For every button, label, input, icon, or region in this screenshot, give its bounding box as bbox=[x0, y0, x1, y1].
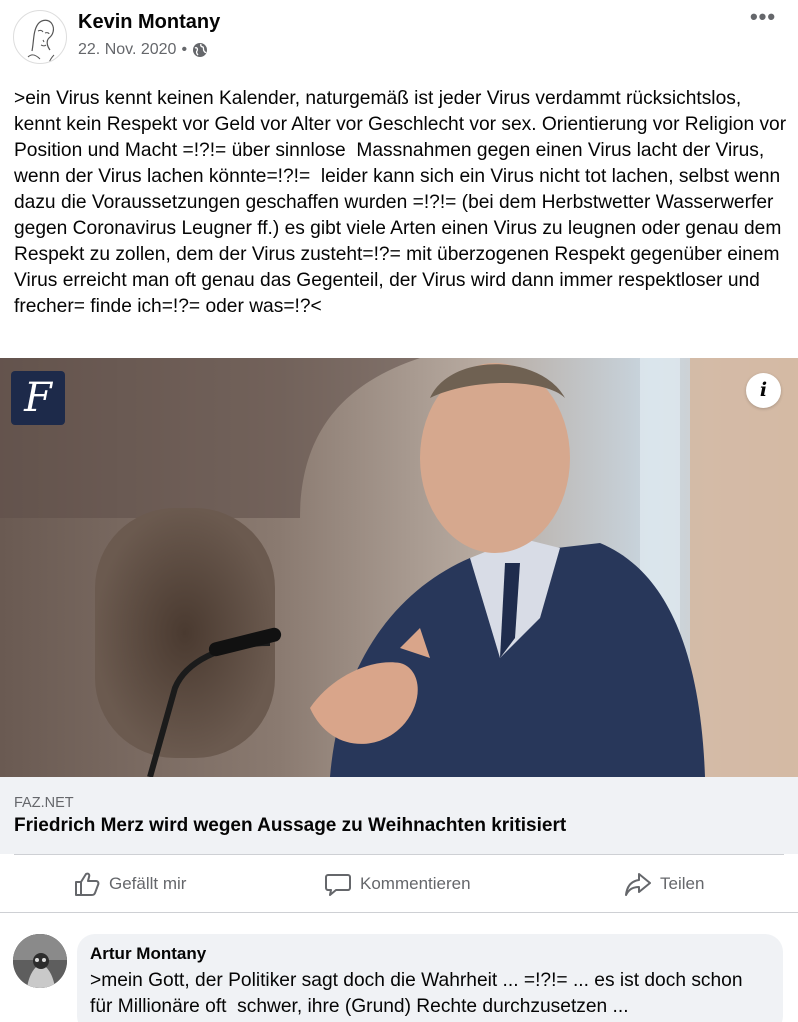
comment-button[interactable]: Kommentieren bbox=[324, 862, 471, 906]
info-icon[interactable]: i bbox=[746, 373, 781, 408]
share-button[interactable]: Teilen bbox=[624, 862, 704, 906]
comment-text: >mein Gott, der Politiker sagt doch die … bbox=[90, 970, 748, 1017]
share-label: Teilen bbox=[660, 874, 705, 893]
author-name[interactable]: Kevin Montany bbox=[78, 11, 220, 34]
link-domain: FAZ.NET bbox=[14, 795, 74, 811]
comment-label: Kommentieren bbox=[360, 874, 471, 893]
link-title[interactable]: Friedrich Merz wird wegen Aussage zu Wei… bbox=[14, 815, 566, 837]
post-header: Kevin Montany 22. Nov. 2020 • ••• bbox=[0, 0, 798, 80]
post-date[interactable]: 22. Nov. 2020 bbox=[78, 41, 176, 59]
author-avatar[interactable] bbox=[13, 10, 67, 64]
share-arrow-icon bbox=[625, 873, 651, 896]
politician-photo bbox=[0, 358, 798, 777]
globe-icon[interactable] bbox=[192, 42, 208, 58]
commenter-avatar[interactable] bbox=[13, 934, 67, 988]
commenter-avatar-photo bbox=[13, 934, 67, 988]
divider bbox=[14, 854, 784, 855]
like-label: Gefällt mir bbox=[109, 874, 187, 893]
faz-logo-icon: F bbox=[11, 371, 65, 425]
meta-separator: • bbox=[181, 41, 188, 58]
more-options-icon[interactable]: ••• bbox=[748, 6, 778, 34]
commenter-name[interactable]: Artur Montany bbox=[90, 944, 206, 964]
author-avatar-sketch bbox=[27, 19, 55, 63]
divider bbox=[0, 912, 798, 913]
thumbs-up-icon bbox=[75, 872, 100, 896]
like-button[interactable]: Gefällt mir bbox=[73, 862, 186, 906]
speech-bubble-icon bbox=[325, 874, 351, 896]
post-meta: 22. Nov. 2020 • bbox=[78, 41, 208, 59]
link-preview-image[interactable] bbox=[0, 358, 798, 777]
post-text: >ein Virus kennt keinen Kalender, naturg… bbox=[14, 88, 792, 317]
